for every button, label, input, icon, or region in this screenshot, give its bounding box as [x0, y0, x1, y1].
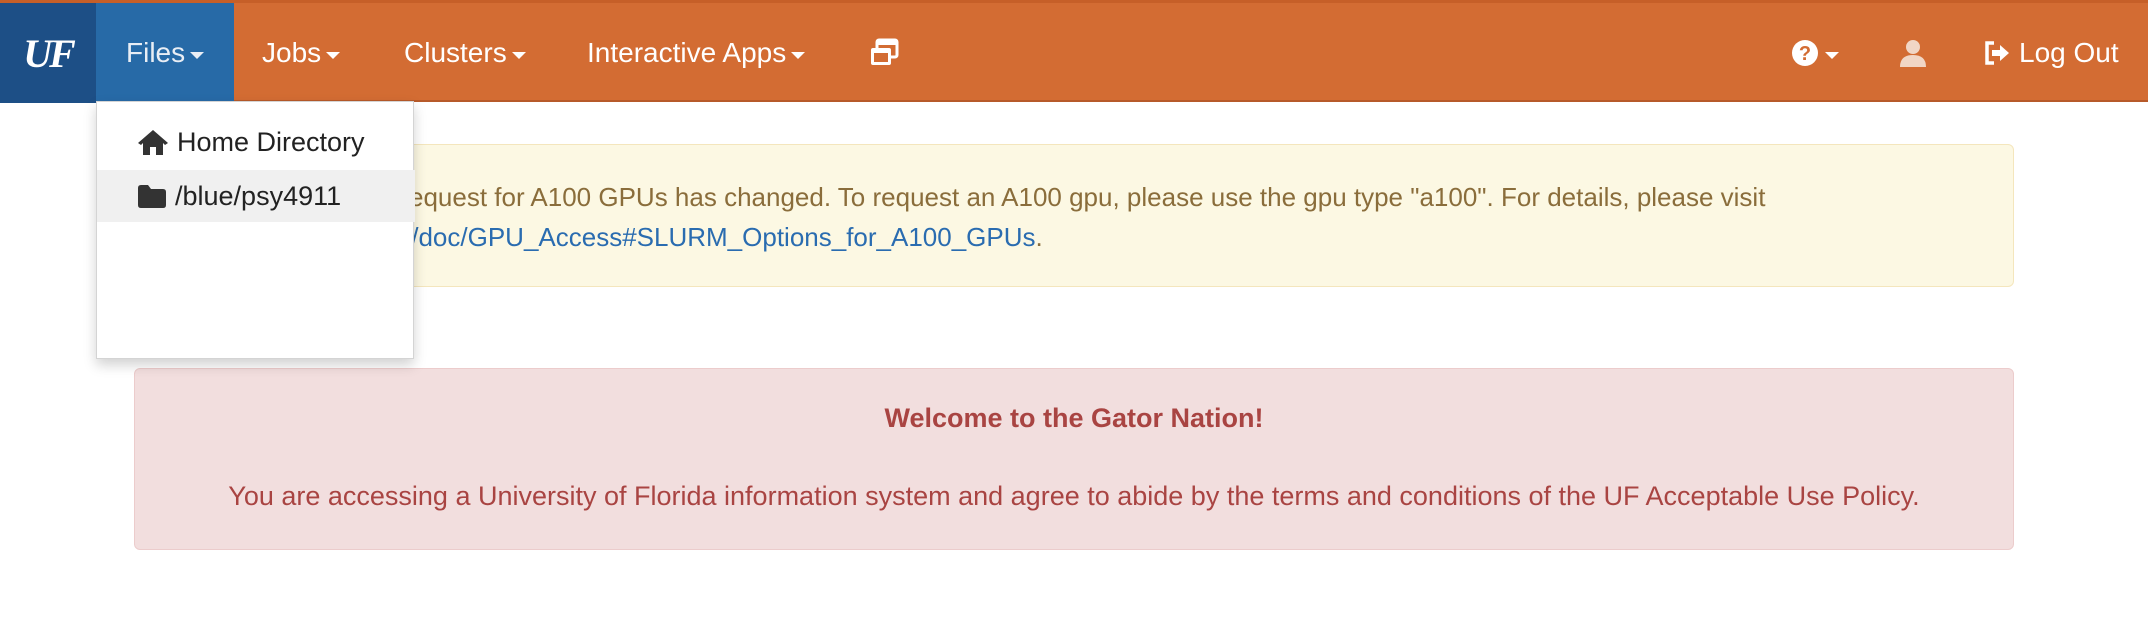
menu-item-home-directory[interactable]: Home Directory	[97, 116, 415, 168]
navbar: UF Files Jobs Clusters Interactive Apps	[0, 0, 2148, 103]
menu-item-blue-directory[interactable]: /blue/psy4911	[97, 170, 415, 222]
files-dropdown-menu: Home Directory /blue/psy4911	[96, 101, 415, 359]
home-icon	[137, 128, 169, 156]
nav-interactive-apps[interactable]: Interactive Apps	[587, 3, 806, 103]
nav-my-sessions[interactable]	[868, 3, 900, 103]
chevron-down-icon	[1825, 51, 1839, 59]
nav-clusters-label: Clusters	[404, 37, 507, 68]
nav-interactive-apps-label: Interactive Apps	[587, 37, 787, 68]
welcome-body: You are accessing a University of Florid…	[228, 481, 1920, 511]
nav-jobs[interactable]: Jobs	[262, 3, 341, 103]
gpu-notice-period: .	[1035, 222, 1043, 252]
gpu-access-link[interactable]: lu/doc/GPU_Access#SLURM_Options_for_A100…	[391, 222, 1036, 252]
nav-user[interactable]	[1898, 3, 1928, 103]
gpu-notice-text: equest for A100 GPUs has changed. To req…	[409, 182, 1766, 212]
nav-help[interactable]: ?	[1790, 3, 1839, 103]
nav-clusters[interactable]: Clusters	[404, 3, 526, 103]
nav-logout-label: Log Out	[2019, 37, 2119, 68]
sign-out-icon	[1983, 39, 2011, 67]
menu-item-label: /blue/psy4911	[175, 180, 342, 211]
nav-files-label: Files	[126, 37, 186, 68]
nav-files[interactable]: Files	[96, 3, 234, 103]
welcome-heading: Welcome to the Gator Nation!	[884, 403, 1264, 433]
nav-jobs-label: Jobs	[262, 37, 322, 68]
menu-item-label: Home Directory	[177, 126, 365, 157]
question-circle-icon: ?	[1790, 38, 1820, 68]
gpu-notice-alert: equest for A100 GPUs has changed. To req…	[134, 144, 2014, 287]
brand-text: UF	[23, 30, 76, 76]
gpu-notice-line2: lu/doc/GPU_Access#SLURM_Options_for_A100…	[391, 217, 1043, 257]
chevron-down-icon	[190, 51, 205, 59]
chevron-down-icon	[791, 51, 806, 59]
chevron-down-icon	[326, 51, 341, 59]
folder-icon	[137, 183, 167, 209]
windows-icon	[868, 38, 900, 68]
brand-logo[interactable]: UF	[0, 3, 96, 103]
nav-logout[interactable]: Log Out	[1983, 3, 2119, 103]
chevron-down-icon	[511, 51, 526, 59]
svg-text:?: ?	[1799, 43, 1811, 65]
welcome-alert: Welcome to the Gator Nation! You are acc…	[134, 368, 2014, 550]
user-icon	[1898, 38, 1928, 68]
